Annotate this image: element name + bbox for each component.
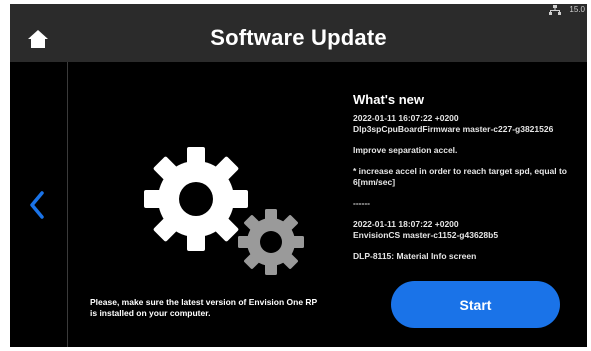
large-gear-icon (144, 147, 248, 251)
gears-icon (144, 147, 304, 275)
version-label: 15.0 (569, 5, 585, 14)
page-title: Software Update (210, 25, 387, 50)
whats-new-panel: What's new 2022-01-11 16:07:22 +0200 Dlp… (353, 92, 583, 262)
notice-line: is installed on your computer. (90, 308, 211, 318)
log-separator: ------ (353, 198, 370, 208)
back-button[interactable] (24, 190, 50, 220)
network-icon (549, 5, 561, 15)
header: Software Update (10, 17, 587, 62)
whats-new-title: What's new (353, 92, 424, 107)
update-screen: 15.0 Software Update Please, make sure t… (10, 4, 587, 347)
notice-line: Please, make sure the latest version of … (90, 297, 318, 307)
start-button[interactable]: Start (391, 281, 560, 328)
log-date: 2022-01-11 18:07:22 +0200 (353, 219, 459, 229)
status-bar: 15.0 (10, 4, 587, 17)
chevron-left-icon (30, 191, 44, 219)
install-notice: Please, make sure the latest version of … (90, 297, 360, 319)
log-detail: * increase accel in order to reach targe… (353, 166, 567, 187)
log-component: Dlp3spCpuBoardFirmware master-c227-g3821… (353, 124, 554, 134)
log-change: DLP-8115: Material Info screen (353, 251, 477, 261)
small-gear-icon (238, 209, 304, 275)
log-change: Improve separation accel. (353, 145, 458, 155)
side-panel (10, 62, 68, 347)
log-component: EnvisionCS master-c1152-g43628b5 (353, 230, 499, 240)
log-date: 2022-01-11 16:07:22 +0200 (353, 113, 459, 123)
